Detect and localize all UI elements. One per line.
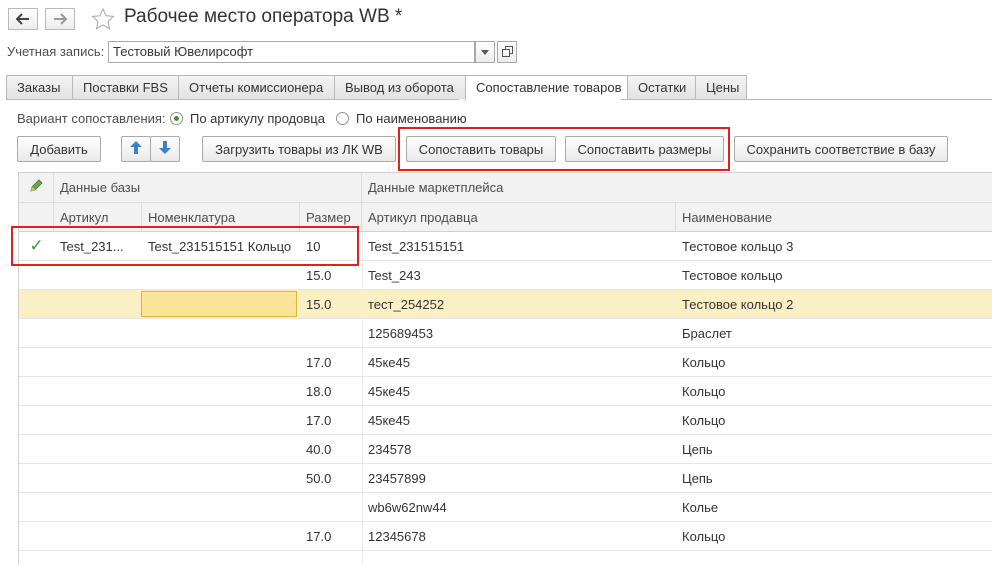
table-row-selected[interactable]: 15.0 тест_254252 Тестовое кольцо 2 — [19, 290, 992, 319]
tab-bar: Заказы Поставки FBS Отчеты комиссионера … — [6, 75, 747, 101]
move-up-button[interactable] — [121, 136, 151, 162]
tab-stock[interactable]: Остатки — [627, 75, 695, 100]
cell-name[interactable]: Тестовое кольцо — [676, 261, 992, 289]
highlight-matched-row — [11, 226, 359, 266]
radio-by-name[interactable] — [336, 112, 349, 125]
tab-orders[interactable]: Заказы — [6, 75, 72, 100]
save-mapping-button[interactable]: Сохранить соответствие в базу — [734, 136, 948, 162]
arrow-left-icon — [16, 13, 30, 25]
account-dropdown-button[interactable] — [475, 41, 495, 63]
cell-article[interactable] — [54, 290, 142, 318]
cell-name[interactable]: Тестовое кольцо 2 — [676, 290, 992, 318]
account-label: Учетная запись: — [7, 44, 105, 59]
group-header-base: Данные базы — [54, 173, 362, 202]
cell-article[interactable] — [54, 522, 142, 550]
cell-nomenclature[interactable] — [142, 348, 300, 376]
cell-size[interactable]: 17.0 — [300, 522, 362, 550]
star-icon[interactable] — [91, 7, 115, 33]
cell-article[interactable] — [54, 493, 142, 521]
pencil-icon — [29, 179, 43, 196]
tab-product-matching[interactable]: Сопоставление товаров — [465, 75, 627, 101]
account-open-button[interactable] — [497, 41, 517, 63]
table-row[interactable]: 50.0 23457899 Цепь — [19, 464, 992, 493]
tab-fbs-deliveries[interactable]: Поставки FBS — [72, 75, 178, 100]
cell-size[interactable]: 40.0 — [300, 435, 362, 463]
cell-seller-article[interactable]: 12345678 — [362, 522, 676, 550]
arrow-down-icon — [159, 141, 171, 157]
table-row[interactable]: 40.0 234578 Цепь — [19, 435, 992, 464]
cell-seller-article[interactable]: 234578 — [362, 435, 676, 463]
radio-by-article[interactable] — [170, 112, 183, 125]
cell-seller-article[interactable]: 125689453 — [362, 319, 676, 347]
cell-name[interactable]: Цепь — [676, 435, 992, 463]
table-row[interactable]: 125689453 Браслет — [19, 319, 992, 348]
tab-withdrawal[interactable]: Вывод из оборота — [334, 75, 465, 100]
cell-name[interactable]: Цепь — [676, 464, 992, 492]
cell-seller-article[interactable]: Test_231515151 — [362, 232, 676, 260]
table-row[interactable]: 17.0 45ке45 Кольцо — [19, 348, 992, 377]
edit-column-header — [19, 173, 54, 202]
cell-article[interactable] — [54, 406, 142, 434]
matching-variant-label: Вариант сопоставления: — [17, 111, 166, 126]
load-from-wb-button[interactable]: Загрузить товары из ЛК WB — [202, 136, 396, 162]
add-button[interactable]: Добавить — [17, 136, 101, 162]
cell-article[interactable] — [54, 348, 142, 376]
open-window-icon — [501, 45, 513, 59]
move-down-button[interactable] — [150, 136, 180, 162]
cell-size[interactable]: 18.0 — [300, 377, 362, 405]
cell-seller-article[interactable]: 45ке45 — [362, 406, 676, 434]
back-button[interactable] — [8, 8, 38, 30]
cell-seller-article[interactable]: 45ке45 — [362, 377, 676, 405]
cell-name[interactable]: Кольцо — [676, 522, 992, 550]
arrow-up-icon — [130, 141, 142, 157]
cell-name[interactable]: Кольцо — [676, 348, 992, 376]
highlight-match-buttons — [398, 127, 730, 171]
cell-size[interactable]: 50.0 — [300, 464, 362, 492]
column-header-seller-article[interactable]: Артикул продавца — [362, 203, 676, 231]
cell-size[interactable]: 15.0 — [300, 290, 362, 318]
cell-name[interactable]: Браслет — [676, 319, 992, 347]
cell-seller-article[interactable]: 45ке45 — [362, 348, 676, 376]
cell-size[interactable]: 17.0 — [300, 348, 362, 376]
tab-commission-reports[interactable]: Отчеты комиссионера — [178, 75, 334, 100]
radio-by-article-label[interactable]: По артикулу продовца — [190, 111, 325, 126]
cell-seller-article[interactable]: Test_243 — [362, 261, 676, 289]
table-row[interactable]: 17.0 12345678 Кольцо — [19, 522, 992, 551]
cell-seller-article[interactable]: 23457899 — [362, 464, 676, 492]
group-header-market: Данные маркетплейса — [368, 180, 504, 195]
table-row[interactable]: 17.0 45ке45 Кольцо — [19, 406, 992, 435]
account-field[interactable]: Тестовый Ювелирсофт — [108, 41, 475, 63]
table-row[interactable]: wb6w62nw44 Колье — [19, 493, 992, 522]
cell-nomenclature-editing[interactable] — [141, 291, 297, 317]
cell-nomenclature[interactable] — [142, 319, 300, 347]
cell-article[interactable] — [54, 377, 142, 405]
cell-nomenclature[interactable] — [142, 464, 300, 492]
cell-nomenclature[interactable] — [142, 493, 300, 521]
cell-size[interactable]: 17.0 — [300, 406, 362, 434]
cell-nomenclature[interactable] — [142, 435, 300, 463]
cell-name[interactable]: Колье — [676, 493, 992, 521]
cell-size[interactable] — [300, 319, 362, 347]
column-header-name[interactable]: Наименование — [676, 203, 992, 231]
tab-prices[interactable]: Цены — [695, 75, 747, 100]
table-group-header: Данные базы Данные маркетплейса — [19, 173, 992, 203]
cell-seller-article[interactable]: тест_254252 — [362, 290, 676, 318]
cell-seller-article[interactable]: wb6w62nw44 — [362, 493, 676, 521]
cell-article[interactable] — [54, 435, 142, 463]
radio-by-name-label[interactable]: По наименованию — [356, 111, 467, 126]
cell-nomenclature[interactable] — [142, 377, 300, 405]
chevron-down-icon — [481, 47, 489, 57]
cell-size[interactable] — [300, 493, 362, 521]
table-row[interactable]: 18.0 45ке45 Кольцо — [19, 377, 992, 406]
arrow-right-icon — [53, 13, 67, 25]
window-title: Рабочее место оператора WB * — [124, 6, 403, 27]
cell-nomenclature[interactable] — [142, 522, 300, 550]
cell-article[interactable] — [54, 464, 142, 492]
cell-nomenclature[interactable] — [142, 406, 300, 434]
cell-name[interactable]: Кольцо — [676, 377, 992, 405]
forward-button[interactable] — [45, 8, 75, 30]
cell-name[interactable]: Кольцо — [676, 406, 992, 434]
cell-article[interactable] — [54, 319, 142, 347]
cell-name[interactable]: Тестовое кольцо 3 — [676, 232, 992, 260]
